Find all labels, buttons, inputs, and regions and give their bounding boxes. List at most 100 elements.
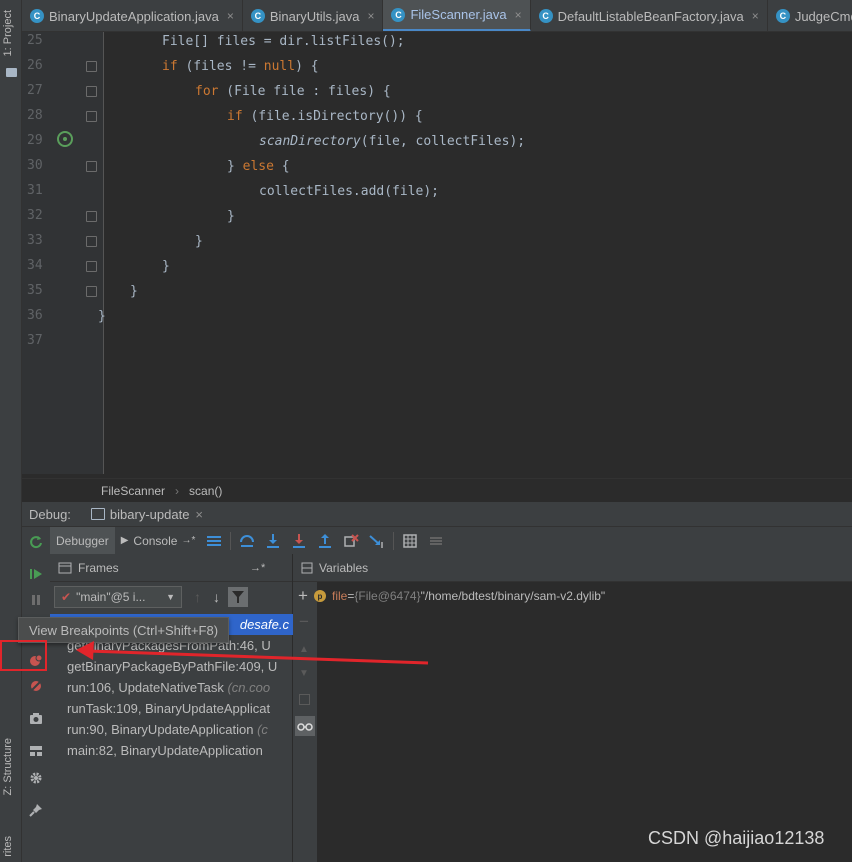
copy-icon[interactable] — [299, 694, 310, 705]
close-icon[interactable]: × — [752, 9, 759, 23]
tab-label: JudgeCmdO — [794, 8, 852, 24]
breadcrumb-class[interactable]: FileScanner — [101, 484, 165, 498]
tab-binary-update-application[interactable]: C BinaryUpdateApplication.java × — [22, 0, 243, 31]
debug-label: Debug: — [29, 506, 71, 522]
pin-icon[interactable] — [29, 803, 43, 817]
line-number: 26 — [27, 58, 43, 73]
line-number: 30 — [27, 158, 43, 173]
tab-judge-cmd[interactable]: C JudgeCmdO — [768, 0, 852, 31]
class-icon: C — [30, 9, 44, 23]
list-item[interactable]: getBinaryPackageByPathFile:409, U — [50, 656, 293, 677]
evaluate-expression-icon[interactable] — [401, 532, 419, 550]
debug-session-tab[interactable]: bibary-update × — [85, 502, 209, 527]
fold-marker-icon[interactable] — [86, 286, 97, 297]
close-icon[interactable]: × — [515, 8, 522, 22]
resume-icon[interactable] — [29, 567, 43, 581]
fold-marker-icon[interactable] — [86, 211, 97, 222]
arrow-right-icon: →* — [181, 535, 196, 546]
close-icon[interactable]: × — [227, 9, 234, 23]
fold-marker-icon[interactable] — [86, 261, 97, 272]
line-number: 37 — [27, 333, 43, 348]
show-execution-point-icon[interactable] — [205, 532, 223, 550]
thread-dropdown[interactable]: ✔ "main"@5 i... ▼ — [54, 586, 182, 608]
recursive-call-icon[interactable] — [57, 131, 73, 147]
tab-file-scanner[interactable]: C FileScanner.java × — [383, 0, 531, 31]
annotation-highlight-box — [0, 640, 47, 671]
code-line: } — [227, 209, 235, 224]
line-number: 33 — [27, 233, 43, 248]
line-number: 25 — [27, 33, 43, 48]
editor-gutter[interactable]: 25 26 27 28 29 30 31 32 33 34 35 36 37 — [22, 32, 104, 474]
camera-icon[interactable] — [29, 711, 43, 725]
close-icon[interactable]: × — [195, 507, 203, 522]
class-icon: C — [775, 9, 790, 23]
left-tool-strip: 1: Project Z: Structure rites — [0, 0, 22, 862]
parameter-icon: p — [314, 590, 326, 602]
favorites-tool-button[interactable]: rites — [2, 836, 14, 857]
pause-icon[interactable] — [29, 593, 43, 607]
toolbar-divider — [393, 531, 395, 550]
code-line: } else { — [227, 159, 290, 174]
tab-label: DefaultListableBeanFactory.java — [557, 8, 744, 24]
class-icon: C — [250, 9, 265, 23]
fold-marker-icon[interactable] — [86, 61, 97, 72]
line-number: 32 — [27, 208, 43, 223]
fold-marker-icon[interactable] — [86, 86, 97, 97]
line-number: 36 — [27, 308, 43, 323]
structure-tool-button[interactable]: Z: Structure — [2, 738, 14, 795]
tab-debugger[interactable]: Debugger — [50, 527, 115, 554]
code-line: scanDirectory(file, collectFiles); — [259, 134, 526, 149]
arrow-right-icon[interactable]: →* — [250, 562, 265, 574]
fold-marker-icon[interactable] — [86, 111, 97, 122]
move-down-icon[interactable]: ▼ — [299, 668, 309, 679]
code-line: collectFiles.add(file); — [259, 184, 440, 199]
session-label: bibary-update — [109, 506, 190, 522]
tab-default-listable-bean-factory[interactable]: C DefaultListableBeanFactory.java × — [531, 0, 768, 31]
line-number: 27 — [27, 83, 43, 98]
debug-tool-window-header: Debug: bibary-update × — [22, 502, 852, 527]
rerun-icon[interactable] — [29, 535, 43, 549]
trace-icon[interactable] — [427, 532, 445, 550]
tab-label: BinaryUtils.java — [269, 8, 360, 24]
step-over-icon[interactable] — [238, 532, 256, 550]
project-tool-button[interactable]: 1: Project — [2, 10, 14, 56]
list-item[interactable]: runTask:109, BinaryUpdateApplicat — [50, 698, 293, 719]
layout-icon[interactable] — [29, 744, 43, 758]
force-step-into-icon[interactable] — [290, 532, 308, 550]
drop-frame-icon[interactable] — [342, 532, 360, 550]
arrow-up-icon[interactable]: ↑ — [194, 589, 201, 605]
view-breakpoints-tooltip: View Breakpoints (Ctrl+Shift+F8) — [18, 617, 230, 643]
variable-reference: {File@6474} — [354, 589, 421, 603]
glasses-icon[interactable] — [295, 716, 315, 736]
step-into-icon[interactable] — [264, 532, 282, 550]
line-number: 35 — [27, 283, 43, 298]
add-icon[interactable]: + — [298, 586, 308, 606]
list-item[interactable]: run:106, UpdateNativeTask (cn.coo — [50, 677, 293, 698]
breadcrumb-method[interactable]: scan() — [189, 484, 222, 498]
tab-binary-utils[interactable]: C BinaryUtils.java × — [243, 0, 384, 31]
code-line: } — [98, 309, 106, 324]
fold-marker-icon[interactable] — [86, 236, 97, 247]
variable-row[interactable]: p file = {File@6474} "/home/bdtest/binar… — [314, 586, 605, 606]
arrow-down-icon[interactable]: ↓ — [213, 589, 220, 605]
run-to-cursor-icon[interactable] — [368, 532, 386, 550]
tab-console[interactable]: ▶ Console →* — [115, 527, 202, 554]
settings-icon[interactable] — [29, 771, 43, 785]
minus-icon[interactable]: − — [299, 612, 309, 632]
list-item[interactable]: run:90, BinaryUpdateApplication (c — [50, 719, 293, 740]
step-out-icon[interactable] — [316, 532, 334, 550]
watermark: CSDN @haijiao12138 — [648, 828, 825, 848]
fold-marker-icon[interactable] — [86, 161, 97, 172]
check-icon: ✔ — [61, 590, 72, 604]
list-item[interactable]: main:82, BinaryUpdateApplication — [50, 740, 293, 761]
move-up-icon[interactable]: ▲ — [299, 644, 309, 655]
code-line: } — [130, 284, 138, 299]
chevron-right-icon: › — [175, 483, 180, 498]
console-icon: ▶ — [120, 535, 129, 546]
class-icon: C — [391, 7, 406, 22]
close-icon[interactable]: × — [367, 9, 374, 23]
filter-icon[interactable] — [228, 587, 248, 607]
variables-side-toolbar: + − ▲ ▼ — [293, 582, 317, 862]
code-editor[interactable]: File[] files = dir.listFiles(); if (file… — [98, 32, 852, 474]
mute-breakpoints-icon[interactable] — [29, 679, 43, 693]
